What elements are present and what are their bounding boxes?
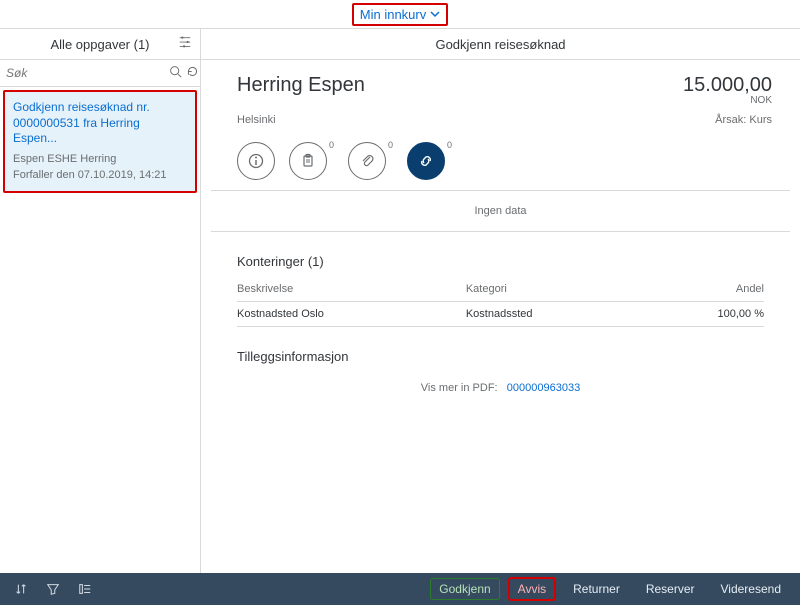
tab-links[interactable] bbox=[407, 142, 445, 180]
pdf-label: Vis mer in PDF: bbox=[421, 382, 498, 394]
col-beskrivelse: Beskrivelse bbox=[237, 277, 466, 302]
reserve-button[interactable]: Reserver bbox=[637, 578, 704, 600]
task-due: Forfaller den 07.10.2019, 14:21 bbox=[13, 169, 187, 181]
tab-links-badge: 0 bbox=[447, 140, 452, 150]
task-subtitle: Espen ESHE Herring bbox=[13, 153, 187, 165]
return-button[interactable]: Returner bbox=[564, 578, 629, 600]
pdf-link[interactable]: 000000963033 bbox=[507, 382, 580, 394]
konteringer-title: Konteringer (1) bbox=[237, 254, 764, 269]
tab-checklist-badge: 0 bbox=[329, 140, 334, 150]
refresh-icon[interactable] bbox=[186, 65, 199, 81]
group-icon[interactable] bbox=[78, 582, 92, 596]
inbox-dropdown[interactable]: Min innkurv bbox=[352, 3, 448, 26]
master-title: Alle oppgaver (1) bbox=[51, 37, 150, 52]
no-data-text: Ingen data bbox=[201, 191, 800, 231]
col-kategori: Kategori bbox=[466, 277, 642, 302]
cell-share: 100,00 % bbox=[641, 302, 764, 327]
chevron-down-icon bbox=[430, 7, 440, 22]
konteringer-table: Beskrivelse Kategori Andel Kostnadsted O… bbox=[237, 277, 764, 327]
tillegg-title: Tilleggsinformasjon bbox=[237, 349, 764, 364]
list-settings-icon[interactable] bbox=[178, 35, 192, 52]
tab-attachments-badge: 0 bbox=[388, 140, 393, 150]
search-input[interactable] bbox=[4, 65, 165, 81]
cell-cat: Kostnadssted bbox=[466, 302, 642, 327]
object-amount: 15.000,00 bbox=[683, 74, 772, 97]
table-row: Kostnadsted Oslo Kostnadssted 100,00 % bbox=[237, 302, 764, 327]
task-item[interactable]: Godkjenn reisesøknad nr. 0000000531 fra … bbox=[3, 90, 197, 193]
tab-info[interactable] bbox=[237, 142, 275, 180]
footer-bar: Godkjenn Avvis Returner Reserver Videres… bbox=[0, 573, 800, 605]
tab-checklist[interactable] bbox=[289, 142, 327, 180]
filter-icon[interactable] bbox=[46, 582, 60, 596]
object-reason: Årsak: Kurs bbox=[715, 114, 772, 126]
cell-desc: Kostnadsted Oslo bbox=[237, 302, 466, 327]
master-list: Godkjenn reisesøknad nr. 0000000531 fra … bbox=[0, 60, 201, 573]
sort-icon[interactable] bbox=[14, 582, 28, 596]
inbox-label: Min innkurv bbox=[360, 7, 426, 22]
task-title: Godkjenn reisesøknad nr. 0000000531 fra … bbox=[13, 100, 187, 147]
icon-tab-bar: 0 0 0 bbox=[201, 136, 800, 190]
detail-pane: Herring Espen 15.000,00 NOK Helsinki Års… bbox=[201, 60, 800, 573]
approve-button[interactable]: Godkjenn bbox=[430, 578, 499, 600]
object-name: Herring Espen bbox=[237, 74, 365, 106]
tab-attachments[interactable] bbox=[348, 142, 386, 180]
col-andel: Andel bbox=[641, 277, 764, 302]
search-icon[interactable] bbox=[169, 65, 182, 81]
detail-title: Godkjenn reisesøknad bbox=[435, 37, 565, 52]
forward-button[interactable]: Videresend bbox=[712, 578, 791, 600]
reject-button[interactable]: Avvis bbox=[508, 577, 556, 601]
object-location: Helsinki bbox=[237, 114, 276, 126]
